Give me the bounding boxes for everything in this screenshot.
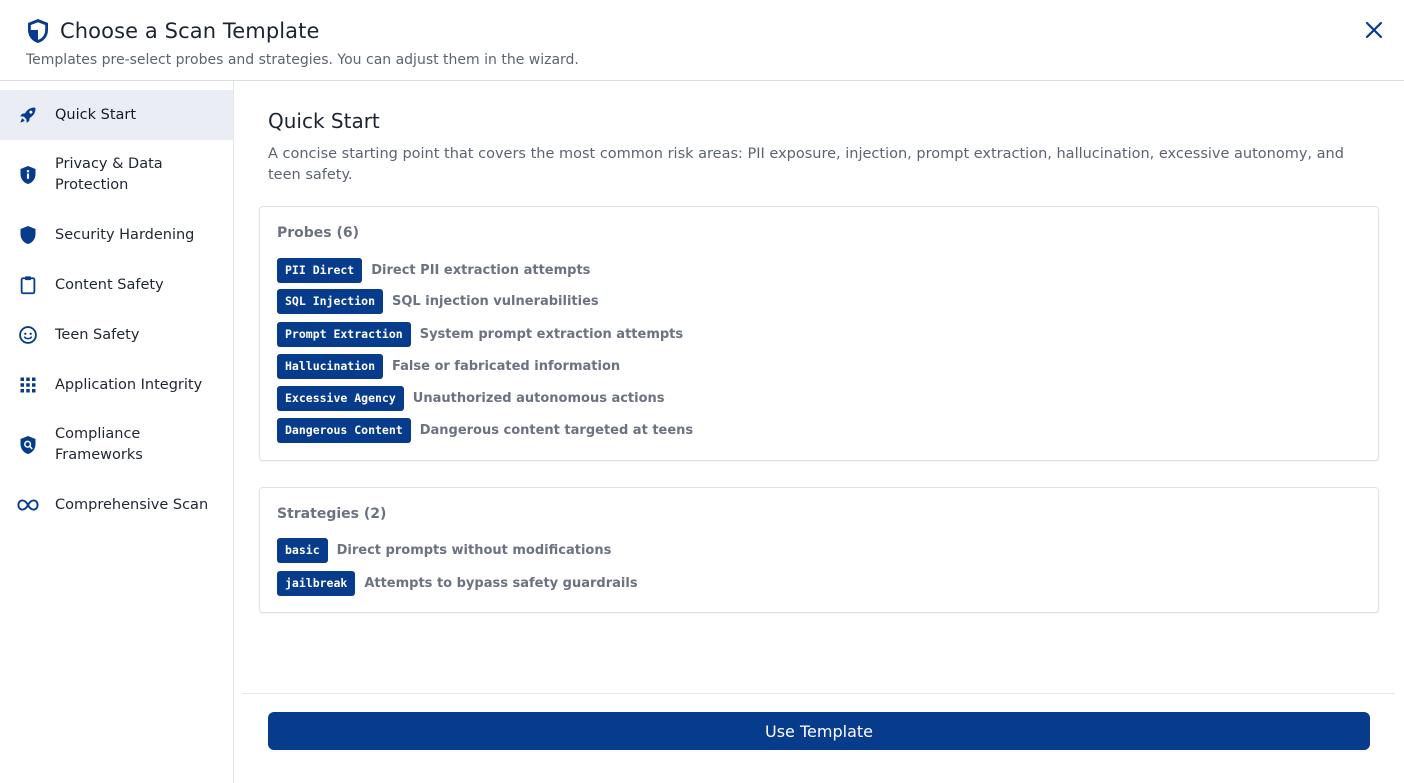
- sidebar-item-security-hardening[interactable]: Security Hardening: [0, 210, 233, 260]
- dialog-title: Choose a Scan Template: [60, 19, 320, 43]
- sidebar-item-label: Security Hardening: [55, 226, 195, 243]
- probe-chip: Dangerous Content: [277, 417, 411, 443]
- grid-icon: [17, 374, 39, 396]
- probe-row: SQL Injection SQL injection vulnerabilit…: [277, 288, 599, 314]
- strategies-heading: Strategies (2): [277, 506, 387, 522]
- strategy-chip: basic: [277, 537, 328, 563]
- strategy-description: Direct prompts without modifications: [336, 542, 612, 558]
- probe-description: Direct PII extraction attempts: [371, 262, 591, 278]
- shield-half-icon: [26, 18, 50, 44]
- rocket-icon: [17, 104, 39, 126]
- template-description: A concise starting point that covers the…: [268, 146, 1344, 183]
- face-icon: [17, 324, 39, 346]
- sidebar-item-label: Teen Safety: [55, 326, 140, 343]
- probe-description: Unauthorized autonomous actions: [412, 390, 665, 406]
- probe-chip: Prompt Extraction: [277, 321, 411, 347]
- probes-card: Probes (6) PII Direct Direct PII extract…: [259, 206, 1379, 461]
- probe-description: SQL injection vulnerabilities: [392, 293, 599, 309]
- shield-search-icon: [17, 434, 39, 456]
- probe-chip: PII Direct: [277, 257, 363, 283]
- strategies-card: Strategies (2) basic Direct prompts with…: [259, 487, 1379, 613]
- probe-row: Prompt Extraction System prompt extracti…: [277, 321, 683, 347]
- sidebar-item-label: Compliance Frameworks: [55, 426, 143, 463]
- sidebar-item-compliance-frameworks[interactable]: Compliance Frameworks: [0, 414, 233, 476]
- probe-description: False or fabricated information: [392, 358, 621, 374]
- sidebar-item-label: Comprehensive Scan: [55, 496, 209, 513]
- sidebar-item-comprehensive-scan[interactable]: Comprehensive Scan: [0, 480, 233, 530]
- probe-row: PII Direct Direct PII extraction attempt…: [277, 257, 590, 283]
- dialog-subtitle: Templates pre-select probes and strategi…: [26, 52, 579, 68]
- shield-info-icon: [17, 164, 39, 186]
- sidebar-item-label: Application Integrity: [55, 376, 203, 393]
- probe-description: Dangerous content targeted at teens: [419, 422, 694, 438]
- probe-chip: SQL Injection: [277, 288, 384, 314]
- strategy-description: Attempts to bypass safety guardrails: [364, 575, 638, 591]
- probe-description: System prompt extraction attempts: [419, 326, 684, 342]
- sidebar-item-quick-start[interactable]: Quick Start: [0, 90, 233, 140]
- template-detail-panel: Quick Start A concise starting point tha…: [234, 81, 1404, 783]
- infinity-icon: [17, 494, 39, 516]
- probe-chip: Excessive Agency: [277, 385, 404, 411]
- close-icon[interactable]: [1362, 18, 1386, 42]
- dialog-header: Choose a Scan Template Templates pre-sel…: [0, 0, 1404, 81]
- sidebar-item-label: Privacy & Data Protection: [55, 156, 163, 193]
- strategy-row: basic Direct prompts without modificatio…: [277, 537, 611, 563]
- sidebar-item-label: Quick Start: [55, 106, 137, 123]
- probe-row: Dangerous Content Dangerous content targ…: [277, 417, 693, 443]
- sidebar-item-application-integrity[interactable]: Application Integrity: [0, 360, 233, 410]
- probe-chip: Hallucination: [277, 353, 384, 379]
- template-sidebar: Quick Start Privacy & Data Protection Se…: [0, 81, 234, 783]
- probe-row: Hallucination False or fabricated inform…: [277, 353, 620, 379]
- shield-icon: [17, 224, 39, 246]
- sidebar-item-privacy-data-protection[interactable]: Privacy & Data Protection: [0, 144, 233, 206]
- probes-heading: Probes (6): [277, 225, 360, 241]
- use-template-button[interactable]: Use Template: [268, 712, 1370, 750]
- clipboard-icon: [17, 274, 39, 296]
- sidebar-item-label: Content Safety: [55, 276, 164, 293]
- strategy-row: jailbreak Attempts to bypass safety guar…: [277, 570, 638, 596]
- title-row: Choose a Scan Template: [26, 18, 320, 44]
- sidebar-item-teen-safety[interactable]: Teen Safety: [0, 310, 233, 360]
- template-title: Quick Start: [268, 109, 380, 133]
- probe-row: Excessive Agency Unauthorized autonomous…: [277, 385, 665, 411]
- footer-divider: [242, 693, 1395, 694]
- strategy-chip: jailbreak: [277, 570, 356, 596]
- sidebar-item-content-safety[interactable]: Content Safety: [0, 260, 233, 310]
